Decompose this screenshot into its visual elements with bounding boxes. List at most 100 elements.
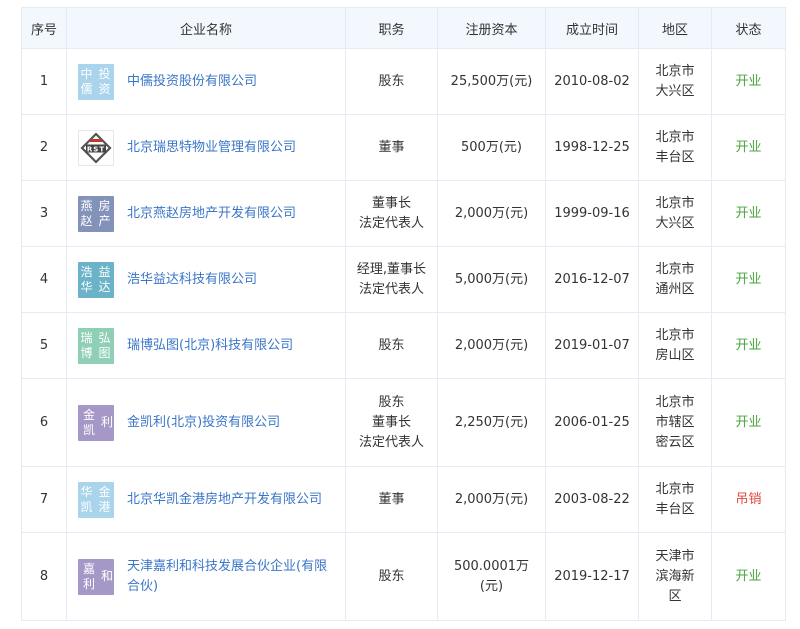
row-number: 1 [21,48,67,115]
company-name-link[interactable]: 浩华益达科技有限公司 [127,270,257,290]
header-no: 序号 [21,7,67,49]
table-body: 1 中儒 投资 中儒投资股份有限公司 股东 25,500万(元) 2010-08-02 北京市… [21,48,786,621]
area-cell-line: 北京市 [655,327,695,343]
header-position: 职务 [345,7,438,49]
company-name-link[interactable]: 中儒投资股份有限公司 [127,72,257,92]
logo-text: 利 [100,415,114,429]
capital-cell: 2,000万(元) [437,466,546,533]
area-cell: 北京市 通州区 [638,246,712,313]
capital-cell-line: 25,500万(元) [450,73,533,89]
table-row: 1 中儒 投资 中儒投资股份有限公司 股东 25,500万(元) 2010-08-02 北京市… [21,48,786,115]
area-cell-line: 北京市 [655,261,695,277]
company-name-link[interactable]: 北京燕赵房地产开发有限公司 [127,204,296,224]
position-cell-line: 董事 [378,491,405,507]
company-name-cell: 华凯 金港 北京华凯金港房地产开发有限公司 [66,466,346,533]
company-table-container: 序号 企业名称 职务 注册资本 成立时间 地区 状态 1 中儒 投资 中儒投资股份有限… [21,7,786,621]
company-name-cell: 嘉利和天津嘉利和科技发展合伙企业(有限合伙) [66,532,346,621]
status-badge: 开业 [711,48,786,115]
row-number: 5 [21,312,67,379]
company-name-cell: 瑞博 弘图 瑞博弘图(北京)科技有限公司 [66,312,346,379]
status-badge: 开业 [711,180,786,247]
area-cell-line: 区 [668,588,682,604]
position-cell: 股东 [345,532,438,621]
row-number: 4 [21,246,67,313]
area-cell-line: 北京市 [655,63,695,79]
position-cell: 董事 [345,114,438,181]
position-cell-line: 董事长 [371,195,411,211]
logo-text: 和 [100,569,114,583]
header-name: 企业名称 [66,7,346,49]
logo-text: 益达 [98,264,112,294]
company-name-link[interactable]: 金凯利(北京)投资有限公司 [127,413,280,433]
capital-cell-line: 2,250万(元) [454,414,529,430]
area-cell-line: 大兴区 [655,215,695,231]
position-cell: 股东 [345,312,438,379]
area-cell-line: 丰台区 [655,149,695,165]
capital-cell: 5,000万(元) [437,246,546,313]
company-logo: 瑞博 弘图 [78,327,114,364]
company-name-link[interactable]: 瑞博弘图(北京)科技有限公司 [127,336,293,356]
area-cell-line: 房山区 [655,347,695,363]
logo-text: 房产 [98,198,112,228]
area-cell: 北京市 丰台区 [638,466,712,533]
table-row: 8 嘉利和天津嘉利和科技发展合伙企业(有限合伙) 股东 500.0001万 (元) 201… [21,532,786,621]
header-capital: 注册资本 [437,7,546,49]
rst-logo-icon: RST [78,129,114,166]
capital-cell-line: 5,000万(元) [454,271,529,287]
area-cell-line: 密云区 [655,434,695,450]
capital-cell: 2,000万(元) [437,180,546,247]
company-name-wrap: 华凯 金港 北京华凯金港房地产开发有限公司 [67,481,345,518]
founded-date-cell: 2019-01-07 [545,312,639,379]
company-name-link[interactable]: 北京瑞思特物业管理有限公司 [127,138,296,158]
area-cell: 北京市 市辖区 密云区 [638,378,712,467]
founded-date-cell: 2016-12-07 [545,246,639,313]
row-number: 3 [21,180,67,247]
header-date: 成立时间 [545,7,639,49]
area-cell-line: 市辖区 [655,414,695,430]
founded-date-cell: 2003-08-22 [545,466,639,533]
table-row: 5 瑞博 弘图 瑞博弘图(北京)科技有限公司 股东 2,000万(元) 2019-01-07… [21,312,786,379]
capital-cell-line: 500.0001万 [453,558,530,574]
company-name-link[interactable]: 北京华凯金港房地产开发有限公司 [127,490,322,510]
company-name-cell: 浩华 益达 浩华益达科技有限公司 [66,246,346,313]
logo-text: 燕赵 [80,198,94,228]
row-number: 8 [21,532,67,621]
logo-text: 中儒 [80,66,94,96]
company-name-wrap: RST 北京瑞思特物业管理有限公司 [67,129,345,166]
row-number: 7 [21,466,67,533]
area-cell-line: 北京市 [655,394,695,410]
company-logo: 华凯 金港 [78,481,114,518]
company-logo: 嘉利和 [78,558,114,595]
founded-date-cell: 2006-01-25 [545,378,639,467]
position-cell: 股东 [345,48,438,115]
position-cell-line: 经理,董事长 [356,261,427,277]
capital-cell-line: 2,000万(元) [454,491,529,507]
company-logo: 浩华 益达 [78,261,114,298]
logo-text: 金凯 [82,407,96,437]
status-badge: 吊销 [711,466,786,533]
position-cell-line: 股东 [378,337,405,353]
position-cell-line: 股东 [378,394,405,410]
capital-cell: 25,500万(元) [437,48,546,115]
status-badge: 开业 [711,312,786,379]
row-number: 2 [21,114,67,181]
position-cell: 经理,董事长 法定代表人 [345,246,438,313]
company-name-cell: 燕赵 房产 北京燕赵房地产开发有限公司 [66,180,346,247]
company-logo: 中儒 投资 [78,63,114,100]
header-status: 状态 [711,7,786,49]
table-header-row: 序号 企业名称 职务 注册资本 成立时间 地区 状态 [21,7,786,49]
capital-cell-line: 500万(元) [461,139,522,155]
table-row: 3 燕赵 房产 北京燕赵房地产开发有限公司 董事长 法定代表人 2,000万(元) 1999-… [21,180,786,247]
capital-cell: 2,250万(元) [437,378,546,467]
area-cell: 天津市 滨海新区 [638,532,712,621]
founded-date-cell: 1998-12-25 [545,114,639,181]
status-badge: 开业 [711,532,786,621]
area-cell-line: 丰台区 [655,501,695,517]
position-cell-line: 法定代表人 [358,434,424,450]
company-name-link[interactable]: 天津嘉利和科技发展合伙企业(有限合伙) [127,557,335,597]
capital-cell: 500.0001万 (元) [437,532,546,621]
table-row: 6 金凯利金凯利(北京)投资有限公司 股东 董事长 法定代表人 2,250万(元) 2006… [21,378,786,467]
company-name-wrap: 燕赵 房产 北京燕赵房地产开发有限公司 [67,195,345,232]
row-number: 6 [21,378,67,467]
founded-date-cell: 2010-08-02 [545,48,639,115]
